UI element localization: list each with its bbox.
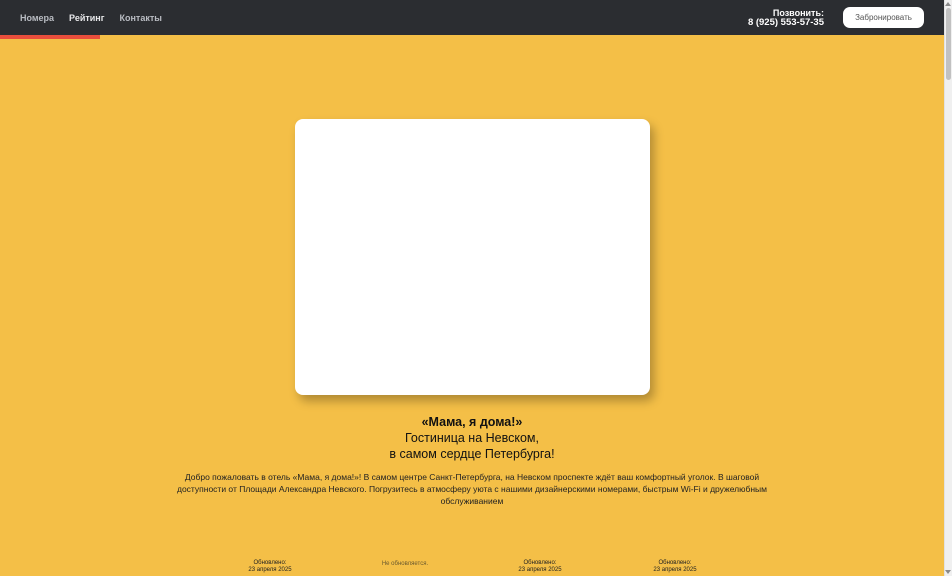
nav-item-rating[interactable]: Рейтинг: [69, 13, 104, 23]
update-info-4: Обновлено: 23 апреля 2025: [615, 560, 735, 574]
hotel-tagline-line2: в самом сердце Петербурга!: [389, 447, 555, 461]
hero-image-card: [295, 119, 650, 395]
update-date: 23 апреля 2025: [653, 567, 697, 573]
update-label: Обновлено:: [658, 560, 692, 566]
book-button[interactable]: Забронировать: [843, 7, 924, 28]
update-info-1: Обновлено: 23 апреля 2025: [210, 560, 330, 574]
hotel-tagline-line1: Гостиница на Невском,: [405, 431, 539, 445]
scroll-progress-bar: [0, 35, 100, 39]
update-info-2: Не обновляется.: [345, 561, 465, 568]
scroll-down-arrow-icon[interactable]: [945, 570, 951, 574]
update-date: 23 апреля 2025: [518, 567, 562, 573]
page-scrollbar[interactable]: [944, 0, 952, 576]
update-info-3: Обновлено: 23 апреля 2025: [480, 560, 600, 574]
update-info-row: Обновлено: 23 апреля 2025 Не обновляется…: [0, 560, 944, 576]
nav-item-contacts[interactable]: Контакты: [120, 13, 162, 23]
update-label: Обновлено:: [253, 560, 287, 566]
main-nav: Номера Рейтинг Контакты: [20, 0, 177, 35]
hotel-title-block: «Мама, я дома!» Гостиница на Невском, в …: [0, 414, 944, 462]
hotel-name: «Мама, я дома!»: [421, 415, 523, 429]
hotel-description: Добро пожаловать в отель «Мама, я дома!»…: [176, 472, 768, 506]
top-navigation-bar: Номера Рейтинг Контакты Позвонить: 8 (92…: [0, 0, 944, 35]
scroll-up-arrow-icon[interactable]: [945, 2, 951, 6]
call-block[interactable]: Позвонить: 8 (925) 553-57-35: [748, 8, 824, 28]
update-label: Не обновляется.: [381, 561, 429, 567]
phone-number[interactable]: 8 (925) 553-57-35: [748, 18, 824, 28]
scrollbar-thumb[interactable]: [946, 8, 951, 80]
update-date: 23 апреля 2025: [248, 567, 292, 573]
update-label: Обновлено:: [523, 560, 557, 566]
nav-item-rooms[interactable]: Номера: [20, 13, 54, 23]
